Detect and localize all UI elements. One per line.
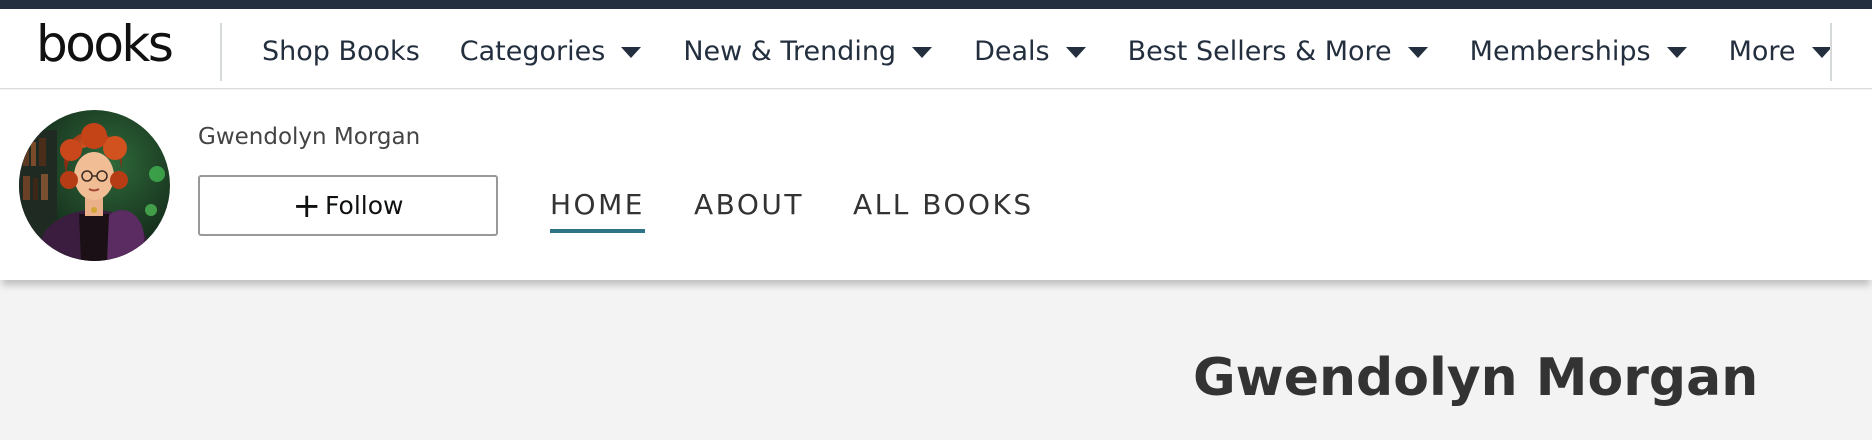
author-avatar[interactable] (19, 110, 170, 261)
nav-item-memberships[interactable]: Memberships (1470, 36, 1687, 67)
tab-all-books[interactable]: ALL BOOKS (853, 188, 1034, 233)
nav-divider (1830, 23, 1832, 81)
caret-down-icon (1666, 47, 1687, 58)
caret-down-icon (621, 47, 642, 58)
follow-button[interactable]: + Follow (198, 175, 498, 236)
books-logo[interactable]: books (36, 19, 174, 69)
nav-item-best-sellers[interactable]: Best Sellers & More (1128, 36, 1428, 67)
author-avatar-illustration (19, 110, 170, 261)
nav-item-deals[interactable]: Deals (974, 36, 1086, 67)
nav-item-categories[interactable]: Categories (460, 36, 642, 67)
nav-item-label: Deals (974, 35, 1050, 67)
books-navbar: books Shop Books Categories New & Trendi… (0, 9, 1872, 89)
caret-down-icon (1407, 47, 1428, 58)
nav-item-label: More (1728, 35, 1796, 67)
caret-down-icon (1065, 47, 1086, 58)
tab-home[interactable]: HOME (550, 188, 645, 233)
nav-item-new-trending[interactable]: New & Trending (683, 35, 933, 67)
plus-icon: + (292, 185, 322, 226)
top-accent-bar (0, 0, 1872, 9)
nav-divider (220, 23, 222, 81)
caret-down-icon (912, 47, 933, 58)
nav-item-shop-books[interactable]: Shop Books (262, 36, 420, 67)
author-profile-bar: Gwendolyn Morgan + Follow HOME ABOUT ALL… (0, 90, 1872, 280)
page-title: Gwendolyn Morgan (1193, 348, 1759, 408)
nav-item-label: New & Trending (683, 35, 897, 67)
follow-label: Follow (325, 191, 404, 220)
author-name: Gwendolyn Morgan (198, 124, 421, 150)
tab-about[interactable]: ABOUT (694, 188, 804, 233)
nav-item-label: Memberships (1469, 35, 1651, 67)
nav-item-label: Best Sellers & More (1127, 35, 1392, 67)
nav-menu: Shop Books Categories New & Trending Dea… (262, 33, 1832, 69)
author-tabs: HOME ABOUT ALL BOOKS (550, 188, 1083, 233)
nav-item-more[interactable]: More (1729, 36, 1832, 67)
nav-item-label: Categories (459, 35, 606, 67)
nav-item-label: Shop Books (262, 35, 420, 67)
caret-down-icon (1811, 47, 1832, 58)
